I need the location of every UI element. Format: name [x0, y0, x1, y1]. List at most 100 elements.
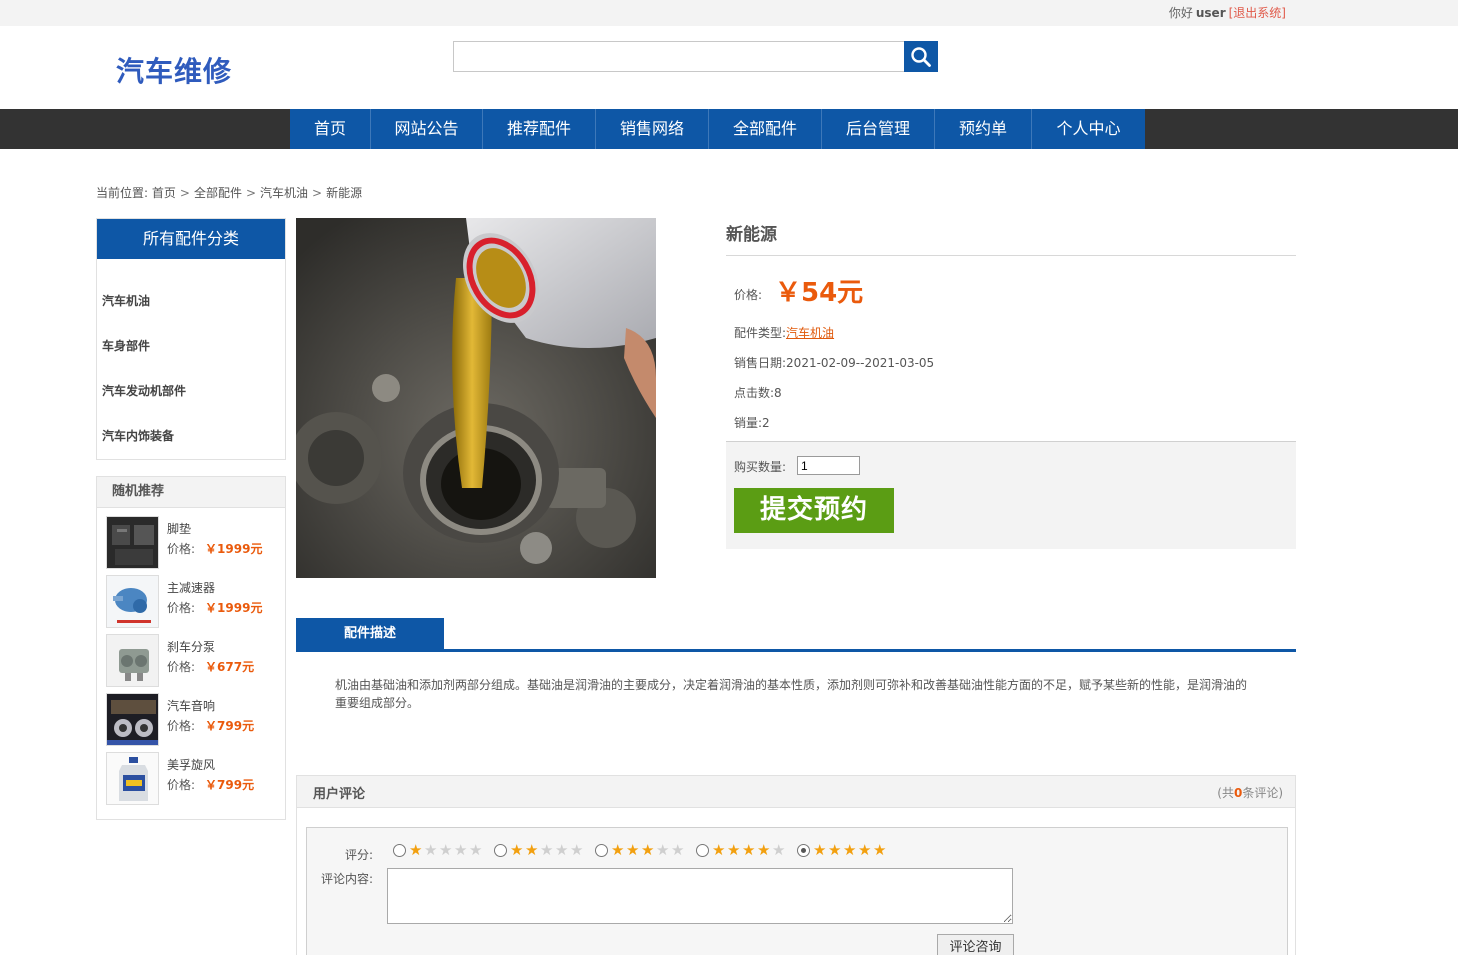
price-label: 价格:: [167, 778, 196, 792]
breadcrumb-item-all-parts[interactable]: 全部配件: [194, 186, 242, 200]
rating-radio[interactable]: [696, 844, 709, 857]
recommend-thumbnail-car-audio[interactable]: [106, 693, 159, 746]
site-logo[interactable]: 汽车维修: [116, 50, 232, 90]
rating-stars: ★ ★ ★ ★ ★: [510, 843, 585, 858]
star-icon: ★: [424, 841, 438, 859]
rating-radio[interactable]: [494, 844, 507, 857]
rating-stars: ★ ★ ★ ★ ★: [712, 843, 787, 858]
breadcrumb-sep: >: [245, 186, 257, 200]
recommend-thumbnail-brake-cylinder[interactable]: [106, 634, 159, 687]
star-icon: ★: [469, 841, 483, 859]
recommend-name[interactable]: 美孚旋风: [167, 756, 215, 773]
part-type-label: 配件类型:: [734, 326, 787, 340]
recommend-name[interactable]: 汽车音响: [167, 697, 215, 714]
nav-item-announcements[interactable]: 网站公告: [371, 109, 483, 149]
nav-item-sales-network[interactable]: 销售网络: [596, 109, 709, 149]
recommend-item[interactable]: 刹车分泵 价格: ￥677元: [97, 634, 285, 693]
price-value: ￥677元: [205, 660, 255, 674]
star-icon: ★: [656, 841, 670, 859]
nav-item-recommended-parts[interactable]: 推荐配件: [483, 109, 596, 149]
recommend-item[interactable]: 主减速器 价格: ￥1999元: [97, 575, 285, 634]
logout-link[interactable]: [退出系统]: [1229, 6, 1286, 20]
rating-option-4[interactable]: ★ ★ ★ ★ ★: [696, 843, 787, 858]
part-type-row: 配件类型:汽车机油: [734, 324, 834, 341]
category-item[interactable]: 汽车内饰装备: [97, 416, 285, 461]
rating-option-2[interactable]: ★ ★ ★ ★ ★: [494, 843, 585, 858]
comment-content-label: 评论内容:: [321, 872, 374, 886]
rating-radio[interactable]: [797, 844, 810, 857]
search-input[interactable]: [453, 41, 905, 72]
rating-radio[interactable]: [595, 844, 608, 857]
recommend-name[interactable]: 主减速器: [167, 579, 215, 596]
rating-option-1[interactable]: ★ ★ ★ ★ ★: [393, 843, 484, 858]
comment-form: 评分: ★ ★ ★ ★ ★ ★ ★ ★ ★ ★ ★ ★ ★ ★ ★ ★ ★ ★ ★ ★ ★ ★ ★ ★ ★ 评论内容: 评论咨询: [306, 827, 1288, 955]
breadcrumb-prefix: 当前位置:: [96, 186, 149, 200]
divider: [726, 255, 1296, 256]
star-icon: ★: [727, 841, 741, 859]
search-button[interactable]: [904, 41, 938, 72]
breadcrumb-sep: >: [179, 186, 190, 200]
breadcrumb-item-category[interactable]: 汽车机油: [260, 186, 308, 200]
nav-item-home[interactable]: 首页: [290, 109, 371, 149]
quantity-input[interactable]: [797, 456, 860, 475]
recommend-name[interactable]: 刹车分泵: [167, 638, 215, 655]
breadcrumb-item-current: 新能源: [326, 186, 363, 200]
star-icon: ★: [510, 841, 524, 859]
star-icon: ★: [813, 841, 827, 859]
star-icon: ★: [873, 841, 887, 859]
price-label: 价格:: [167, 542, 196, 556]
category-item[interactable]: 汽车发动机部件: [97, 371, 285, 416]
sale-date-value: 2021-02-09--2021-03-05: [786, 356, 935, 370]
breadcrumb-sep: >: [312, 186, 323, 200]
recommend-item[interactable]: 美孚旋风 价格: ￥799元: [97, 752, 285, 811]
recommend-name[interactable]: 脚垫: [167, 520, 191, 537]
recommend-thumbnail-reducer[interactable]: [106, 575, 159, 628]
clicks-value: 8: [774, 386, 782, 400]
quantity-label: 购买数量:: [734, 460, 787, 474]
submit-reservation-button[interactable]: 提交预约: [734, 488, 894, 533]
rating-option-3[interactable]: ★ ★ ★ ★ ★: [595, 843, 686, 858]
recommend-item[interactable]: 脚垫 价格: ￥1999元: [97, 516, 285, 575]
price-value: ￥1999元: [205, 601, 263, 615]
sales-value: 2: [762, 416, 770, 430]
clicks-label: 点击数:: [734, 386, 775, 400]
recommend-thumbnail-oil-bottle[interactable]: [106, 752, 159, 805]
sales-label: 销量:: [734, 416, 763, 430]
nav-item-admin[interactable]: 后台管理: [822, 109, 935, 149]
nav-item-all-parts[interactable]: 全部配件: [709, 109, 822, 149]
star-icon: ★: [570, 841, 584, 859]
comments-panel: 用户评论 (共0条评论) 评分: ★ ★ ★ ★ ★ ★ ★ ★ ★ ★ ★ ★ ★ ★ ★ ★ ★ ★ ★ ★ ★ ★ ★…: [296, 775, 1296, 955]
main-nav: 首页 网站公告 推荐配件 销售网络 全部配件 后台管理 预约单 个人中心: [290, 109, 1145, 149]
count-prefix: (共: [1217, 786, 1234, 800]
comments-count: (共0条评论): [1217, 784, 1283, 801]
category-item[interactable]: 车身部件: [97, 326, 285, 371]
category-panel: 所有配件分类 汽车机油 车身部件 汽车发动机部件 汽车内饰装备: [96, 218, 286, 460]
comment-submit-button[interactable]: 评论咨询: [937, 934, 1014, 955]
breadcrumb-item-home[interactable]: 首页: [152, 186, 176, 200]
sales-row: 销量:2: [734, 414, 770, 431]
nav-item-reservations[interactable]: 预约单: [935, 109, 1032, 149]
price-value: ￥799元: [205, 719, 255, 733]
comment-textarea[interactable]: [387, 868, 1013, 924]
recommend-thumbnail-floor-mat[interactable]: [106, 516, 159, 569]
recommend-price: 价格: ￥799元: [167, 776, 254, 793]
rating-radio[interactable]: [393, 844, 406, 857]
tab-description[interactable]: 配件描述: [296, 618, 444, 649]
price-value: ￥1999元: [205, 542, 263, 556]
nav-item-profile[interactable]: 个人中心: [1032, 109, 1145, 149]
product-price: ￥54元: [775, 278, 864, 308]
rating-label: 评分:: [345, 848, 374, 862]
part-type-link[interactable]: 汽车机油: [786, 326, 834, 340]
recommend-item[interactable]: 汽车音响 价格: ￥799元: [97, 693, 285, 752]
star-icon: ★: [540, 841, 554, 859]
clicks-row: 点击数:8: [734, 384, 782, 401]
category-item[interactable]: 汽车机油: [97, 281, 285, 326]
greeting-text: 你好: [1168, 6, 1193, 20]
recommend-price: 价格: ￥1999元: [167, 599, 262, 616]
rating-option-5[interactable]: ★ ★ ★ ★ ★: [797, 843, 888, 858]
star-icon: ★: [439, 841, 453, 859]
star-icon: ★: [858, 841, 872, 859]
rating-stars: ★ ★ ★ ★ ★: [611, 843, 686, 858]
star-icon: ★: [671, 841, 685, 859]
price-label: 价格:: [167, 601, 196, 615]
